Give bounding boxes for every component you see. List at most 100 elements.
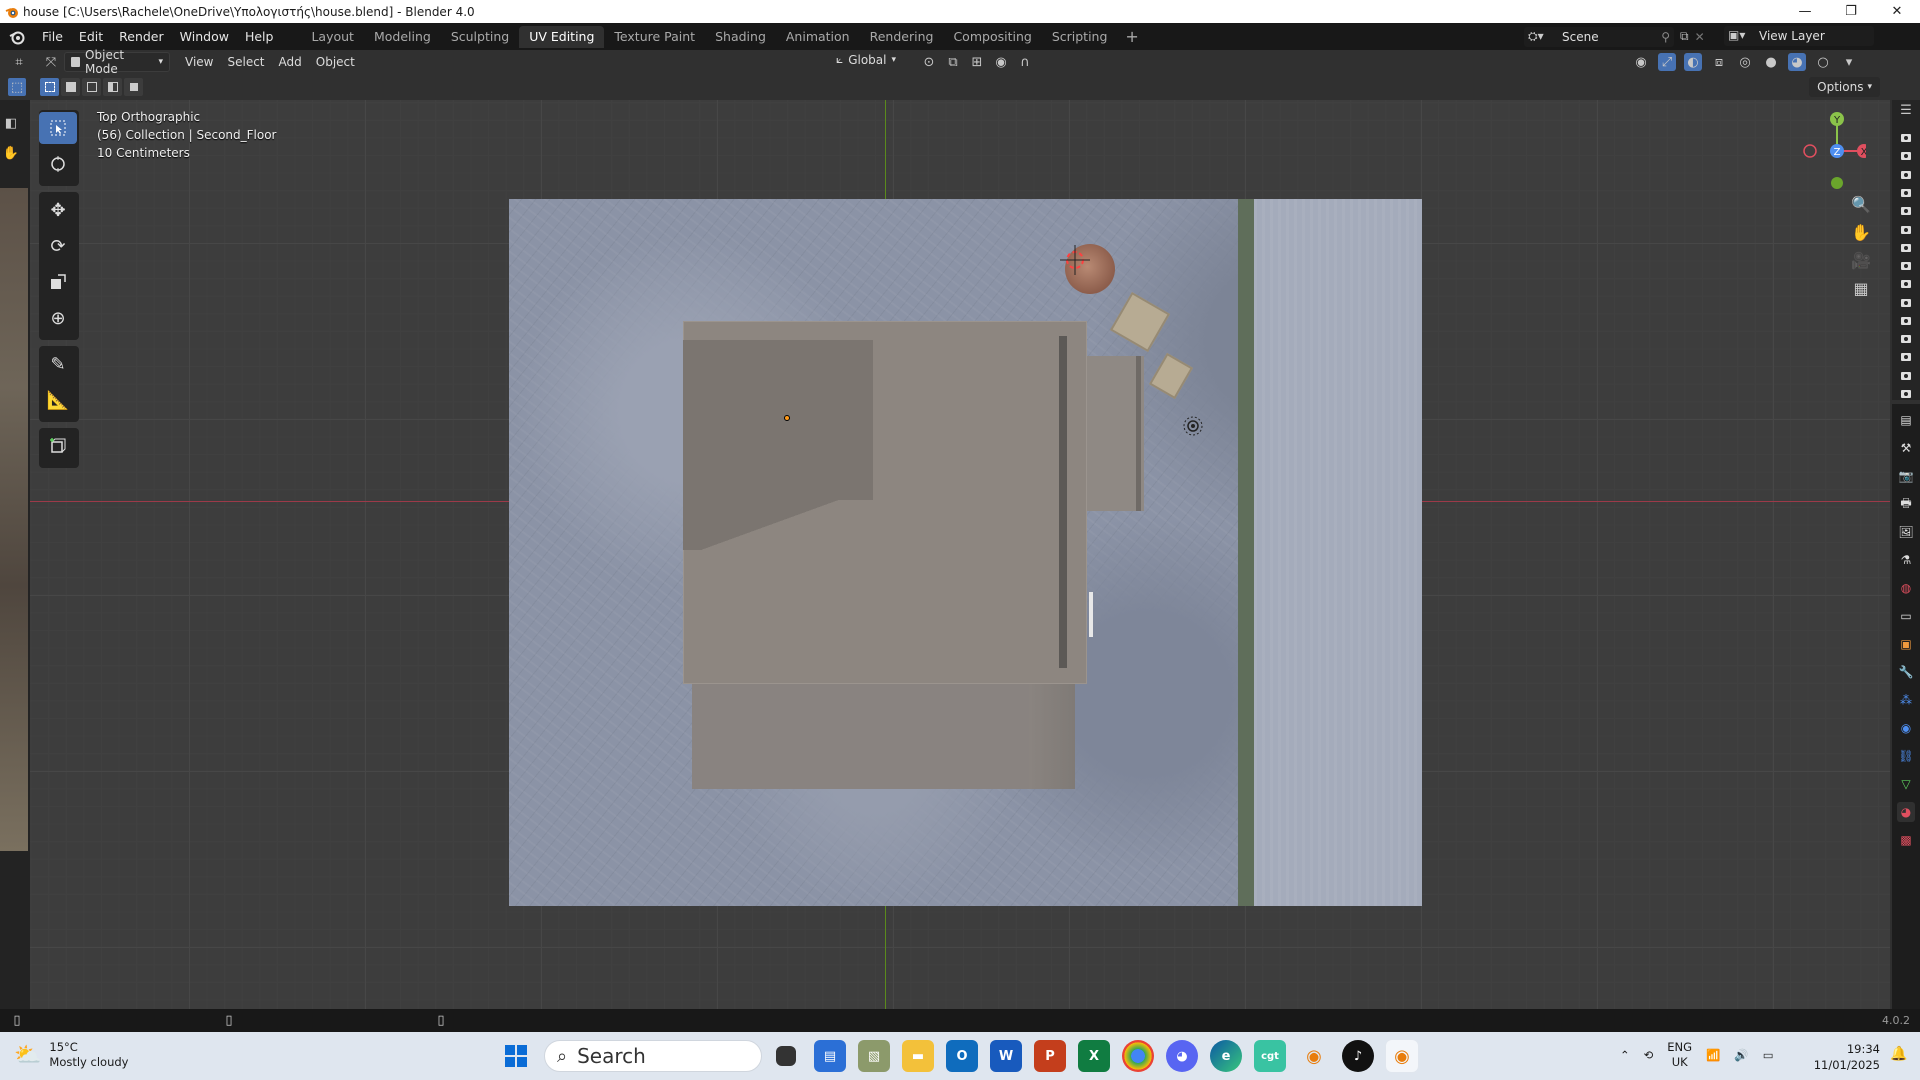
photos-icon[interactable]: ▧ bbox=[858, 1040, 890, 1072]
tab-sculpting[interactable]: Sculpting bbox=[441, 26, 519, 48]
data-properties-icon[interactable]: ▽ bbox=[1897, 774, 1915, 794]
select-subtract-icon[interactable] bbox=[82, 78, 101, 96]
store-icon[interactable]: ▤ bbox=[814, 1040, 846, 1072]
texture-properties-icon[interactable]: ▩ bbox=[1897, 830, 1915, 850]
tab-texture-paint[interactable]: Texture Paint bbox=[604, 26, 705, 48]
delete-scene-icon[interactable]: ✕ bbox=[1695, 30, 1705, 44]
excel-icon[interactable]: X bbox=[1078, 1040, 1110, 1072]
menu-help[interactable]: Help bbox=[237, 23, 282, 50]
volume-icon[interactable]: 🔊 bbox=[1734, 1048, 1748, 1062]
word-icon[interactable]: W bbox=[990, 1040, 1022, 1072]
options-dropdown[interactable]: Options ▾ bbox=[1809, 77, 1880, 97]
annotate-tool-icon[interactable]: ✎ bbox=[39, 348, 77, 380]
material-shading-icon[interactable]: ◕ bbox=[1788, 53, 1806, 71]
visibility-icon[interactable]: ◉ bbox=[1632, 53, 1650, 71]
menu-file[interactable]: File bbox=[34, 23, 71, 50]
blender-menu-icon[interactable] bbox=[0, 29, 34, 45]
mode-dropdown[interactable]: Object Mode ▾ bbox=[64, 48, 170, 76]
xray-icon[interactable]: ⧈ bbox=[1710, 53, 1728, 71]
perspective-grid-icon[interactable]: ▦ bbox=[1852, 279, 1870, 298]
hand-pan-icon[interactable]: ✋ bbox=[2, 144, 20, 162]
rotate-tool-icon[interactable]: ⟳ bbox=[39, 230, 77, 262]
menu-render[interactable]: Render bbox=[111, 23, 172, 50]
rendered-shading-icon[interactable]: ○ bbox=[1814, 53, 1832, 71]
task-view-icon[interactable] bbox=[776, 1046, 796, 1066]
select-intersect-icon[interactable] bbox=[124, 78, 143, 96]
tab-compositing[interactable]: Compositing bbox=[943, 26, 1041, 48]
render-visibility-icon[interactable] bbox=[1899, 203, 1913, 217]
render-visibility-icon[interactable] bbox=[1899, 313, 1913, 327]
transform-orientation-dropdown[interactable]: ⟀ Global ▾ bbox=[836, 52, 896, 67]
tab-modeling[interactable]: Modeling bbox=[364, 26, 441, 48]
constraint-properties-icon[interactable]: ⛓ bbox=[1897, 746, 1915, 766]
menu-select[interactable]: Select bbox=[220, 55, 271, 69]
close-button[interactable]: ✕ bbox=[1874, 0, 1920, 23]
zoom-icon[interactable]: 🔍 bbox=[1851, 195, 1871, 214]
render-visibility-icon[interactable] bbox=[1899, 258, 1913, 272]
gizmo-toggle-icon[interactable]: ⤢ bbox=[1658, 53, 1676, 71]
select-tool-icon[interactable] bbox=[39, 112, 77, 144]
render-visibility-icon[interactable] bbox=[1899, 221, 1913, 235]
edge-icon[interactable]: e bbox=[1210, 1040, 1242, 1072]
3d-viewport[interactable]: Top Orthographic (56) Collection | Secon… bbox=[30, 74, 1890, 1009]
material-properties-icon[interactable]: ◕ bbox=[1897, 802, 1915, 822]
discord-icon[interactable]: ◕ bbox=[1166, 1040, 1198, 1072]
language-indicator[interactable]: ENG UK bbox=[1667, 1040, 1692, 1070]
render-visibility-icon[interactable] bbox=[1899, 331, 1913, 345]
render-visibility-icon[interactable] bbox=[1899, 349, 1913, 363]
sidebar-toggle-icon[interactable]: ◧ bbox=[2, 114, 20, 132]
tab-uv-editing[interactable]: UV Editing bbox=[519, 25, 605, 48]
scene-selector[interactable]: ⛭▾ Scene ⚲ bbox=[1524, 26, 1674, 47]
measure-tool-icon[interactable]: 📐 bbox=[39, 384, 77, 416]
menu-add[interactable]: Add bbox=[272, 55, 309, 69]
physics-properties-icon[interactable]: ◉ bbox=[1897, 718, 1915, 738]
file-explorer-icon[interactable]: ▬ bbox=[902, 1040, 934, 1072]
overlay-toggle-icon[interactable]: ◐ bbox=[1684, 53, 1702, 71]
battery-icon[interactable]: ▭ bbox=[1763, 1048, 1774, 1062]
tab-scripting[interactable]: Scripting bbox=[1042, 26, 1118, 48]
tiktok-icon[interactable]: ♪ bbox=[1342, 1040, 1374, 1072]
network-sync-icon[interactable]: ⟲ bbox=[1644, 1048, 1654, 1062]
render-visibility-icon[interactable] bbox=[1899, 167, 1913, 181]
system-clock[interactable]: 19:34 11/01/2025 bbox=[1810, 1041, 1880, 1073]
weather-widget[interactable]: ⛅ 15°C Mostly cloudy bbox=[14, 1040, 128, 1070]
move-tool-icon[interactable]: ✥ bbox=[39, 194, 77, 226]
particle-properties-icon[interactable]: ⁂ bbox=[1897, 690, 1915, 710]
output-properties-icon[interactable]: 🖶 bbox=[1897, 494, 1915, 514]
pan-hand-icon[interactable]: ✋ bbox=[1851, 223, 1871, 242]
menu-object[interactable]: Object bbox=[309, 55, 362, 69]
world-properties-icon[interactable]: ◍ bbox=[1897, 578, 1915, 598]
blender-taskbar-icon[interactable]: ◉ bbox=[1298, 1040, 1330, 1072]
render-visibility-icon[interactable] bbox=[1899, 294, 1913, 308]
wifi-icon[interactable]: 📶 bbox=[1706, 1048, 1720, 1062]
properties-editor-icon[interactable]: ▤ bbox=[1897, 410, 1915, 430]
outliner-filter-icon[interactable]: ☰ bbox=[1897, 102, 1915, 118]
tray-chevron-up-icon[interactable]: ⌃ bbox=[1620, 1048, 1630, 1062]
render-visibility-icon[interactable] bbox=[1899, 185, 1913, 199]
proportional-edit-icon[interactable]: ◉ bbox=[992, 53, 1010, 71]
light-object-icon[interactable] bbox=[1181, 414, 1205, 438]
new-scene-icon[interactable]: ⧉ bbox=[1680, 29, 1689, 44]
notification-bell-icon[interactable]: 🔔 bbox=[1890, 1046, 1907, 1062]
tool-properties-icon[interactable]: ⚒ bbox=[1897, 438, 1915, 458]
cursor-tool-icon[interactable] bbox=[39, 148, 77, 180]
tab-layout[interactable]: Layout bbox=[301, 26, 364, 48]
render-visibility-icon[interactable] bbox=[1899, 276, 1913, 290]
select-invert-icon[interactable] bbox=[103, 78, 122, 96]
camera-view-icon[interactable]: 🎥 bbox=[1851, 251, 1871, 270]
scale-tool-icon[interactable] bbox=[39, 266, 77, 298]
chrome-icon[interactable] bbox=[1122, 1040, 1154, 1072]
select-new-icon[interactable] bbox=[40, 78, 59, 96]
select-box-icon[interactable]: ⬚ bbox=[8, 78, 26, 96]
menu-edit[interactable]: Edit bbox=[71, 23, 111, 50]
tab-rendering[interactable]: Rendering bbox=[860, 26, 944, 48]
object-properties-icon[interactable]: ▣ bbox=[1897, 634, 1915, 654]
render-visibility-icon[interactable] bbox=[1899, 130, 1913, 144]
windows-start-icon[interactable] bbox=[504, 1044, 528, 1068]
falloff-icon[interactable]: ∩ bbox=[1016, 53, 1034, 71]
menu-window[interactable]: Window bbox=[172, 23, 237, 50]
maximize-button[interactable]: ❐ bbox=[1828, 0, 1874, 23]
minimize-button[interactable]: — bbox=[1782, 0, 1828, 23]
render-visibility-icon[interactable] bbox=[1899, 148, 1913, 162]
object-interaction-icon[interactable]: ⤧ bbox=[42, 53, 60, 71]
